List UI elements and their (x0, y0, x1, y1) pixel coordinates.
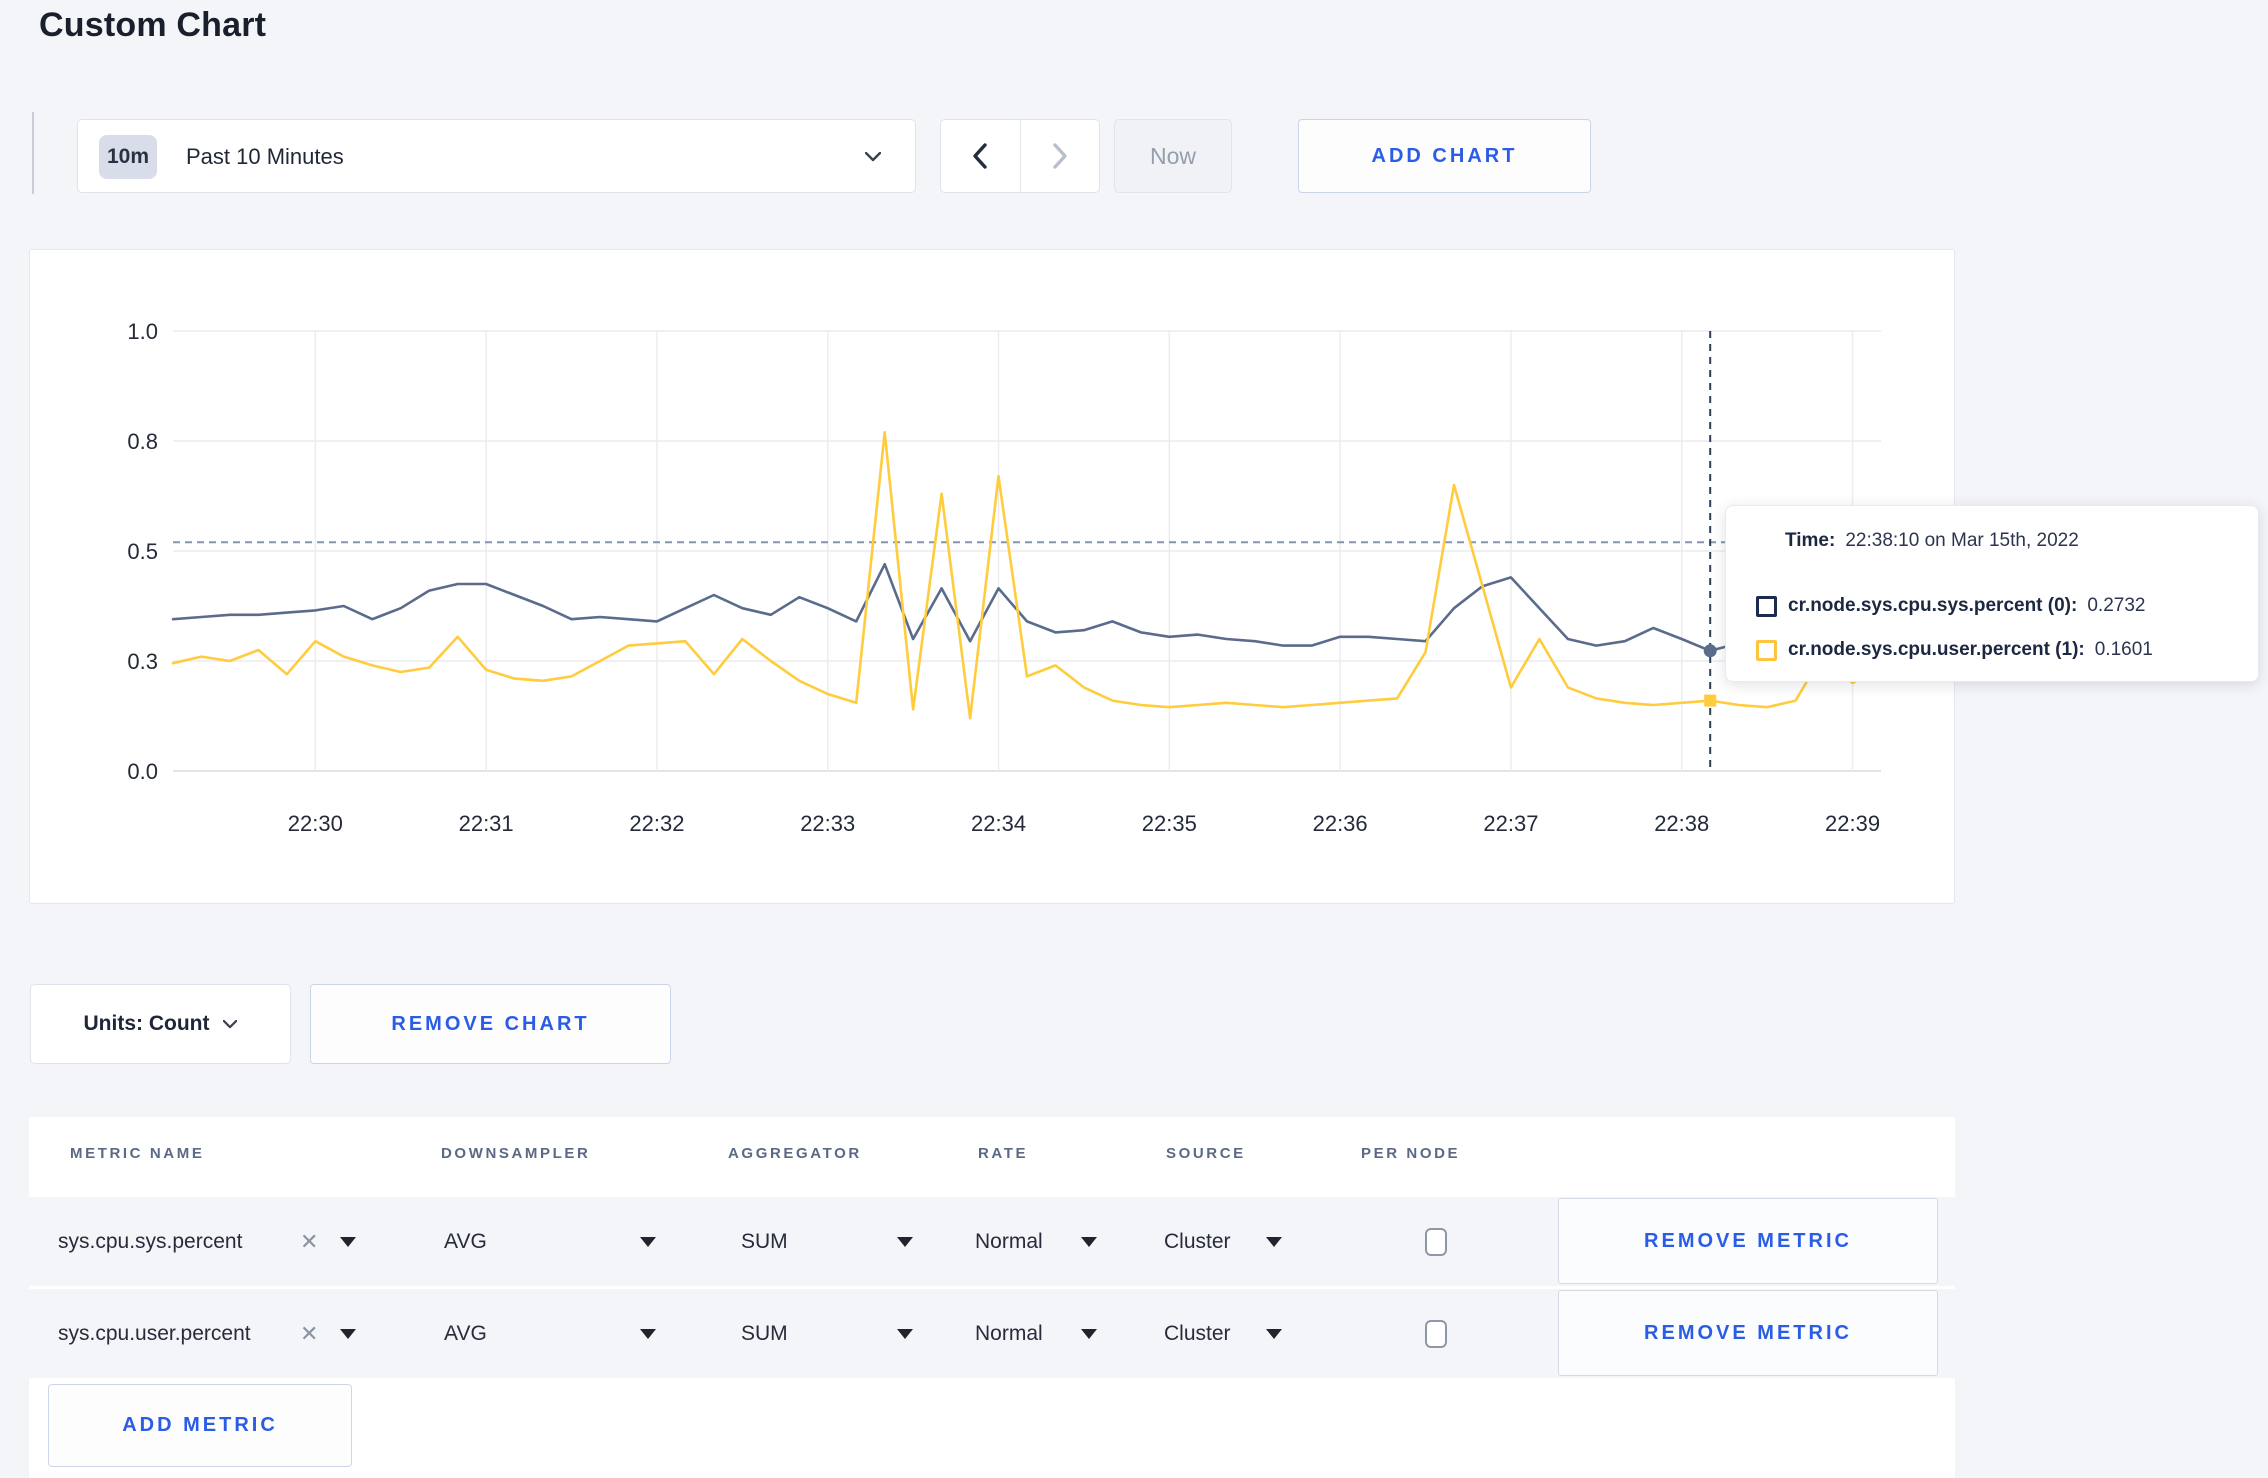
add-metric-button[interactable]: ADD METRIC (48, 1384, 352, 1467)
x-axis-tick-label: 22:37 (1483, 811, 1538, 836)
caret-down-icon (340, 1236, 356, 1247)
x-axis-tick-label: 22:30 (288, 811, 343, 836)
source-value[interactable]: Cluster (1164, 1197, 1231, 1286)
tooltip-series-row: cr.node.sys.cpu.user.percent (1): 0.1601 (1756, 639, 2153, 661)
tooltip-series-label: cr.node.sys.cpu.sys.percent (0): (1788, 595, 2078, 616)
per-node-checkbox[interactable] (1425, 1319, 1447, 1348)
tooltip-series-row: cr.node.sys.cpu.sys.percent (0): 0.2732 (1756, 595, 2145, 617)
downsampler-dropdown[interactable] (640, 1197, 656, 1286)
remove-chart-button[interactable]: REMOVE CHART (310, 984, 671, 1064)
time-nav-group (940, 119, 1100, 193)
metric-name-dropdown[interactable] (340, 1289, 356, 1378)
toolbar-divider (32, 112, 34, 194)
x-axis-tick-label: 22:36 (1313, 811, 1368, 836)
chevron-down-icon (865, 152, 881, 162)
metric-table-row: sys.cpu.user.percent ✕ AVG SUM Normal Cl… (29, 1289, 1955, 1378)
y-axis-tick-label: 0.3 (127, 649, 158, 674)
chart-canvas[interactable]: 1.0 0.8 0.5 0.3 0.0 22:30 22:31 22:32 22:33 22:34… (30, 250, 1954, 903)
metric-name-value[interactable]: sys.cpu.user.percent (58, 1289, 251, 1378)
caret-down-icon (1081, 1328, 1097, 1339)
column-header: PER NODE (1361, 1145, 1461, 1162)
hover-point-marker (1704, 694, 1717, 707)
caret-down-icon (340, 1328, 356, 1339)
column-header: AGGREGATOR (728, 1145, 862, 1162)
aggregator-dropdown[interactable] (897, 1289, 913, 1378)
time-range-badge: 10m (99, 135, 157, 179)
downsampler-value[interactable]: AVG (444, 1197, 487, 1286)
y-axis-tick-label: 1.0 (127, 319, 158, 344)
column-header: METRIC NAME (70, 1145, 205, 1162)
x-axis-tick-label: 22:34 (971, 811, 1026, 836)
x-axis-tick-label: 22:31 (459, 811, 514, 836)
tooltip-series-value: 0.2732 (2087, 595, 2146, 616)
downsampler-value[interactable]: AVG (444, 1289, 487, 1378)
tooltip-time-value: 22:38:10 on Mar 15th, 2022 (1845, 530, 2079, 551)
series-line (171, 430, 1883, 720)
chart-card: 1.0 0.8 0.5 0.3 0.0 22:30 22:31 22:32 22:33 22:34… (29, 249, 1955, 904)
metric-name-value[interactable]: sys.cpu.sys.percent (58, 1197, 242, 1286)
per-node-checkbox[interactable] (1425, 1227, 1447, 1256)
per-node-cell (1425, 1197, 1447, 1286)
rate-dropdown[interactable] (1081, 1289, 1097, 1378)
caret-down-icon (1081, 1236, 1097, 1247)
tooltip-time-row: Time: 22:38:10 on Mar 15th, 2022 (1785, 530, 2079, 552)
now-button[interactable]: Now (1114, 119, 1232, 193)
tooltip-time-label: Time: (1785, 530, 1836, 551)
chart-hover-tooltip: Time: 22:38:10 on Mar 15th, 2022 cr.node.… (1725, 505, 2259, 682)
column-header: SOURCE (1166, 1145, 1246, 1162)
downsampler-dropdown[interactable] (640, 1289, 656, 1378)
caret-down-icon (897, 1328, 913, 1339)
y-axis-tick-label: 0.0 (127, 759, 158, 784)
caret-down-icon (1266, 1236, 1282, 1247)
series-line (171, 562, 1883, 653)
close-icon[interactable]: ✕ (300, 1321, 318, 1347)
chevron-down-icon (223, 1019, 238, 1028)
x-axis-tick-label: 22:32 (629, 811, 684, 836)
caret-down-icon (897, 1236, 913, 1247)
caret-down-icon (1266, 1328, 1282, 1339)
remove-metric-x: ✕ (300, 1197, 318, 1286)
source-dropdown[interactable] (1266, 1197, 1282, 1286)
units-dropdown[interactable]: Units: Count (30, 984, 291, 1064)
close-icon[interactable]: ✕ (300, 1229, 318, 1255)
y-axis-tick-label: 0.8 (127, 429, 158, 454)
rate-value[interactable]: Normal (975, 1289, 1043, 1378)
source-value[interactable]: Cluster (1164, 1289, 1231, 1378)
metric-table-row: sys.cpu.sys.percent ✕ AVG SUM Normal Clu… (29, 1197, 1955, 1286)
per-node-cell (1425, 1289, 1447, 1378)
x-axis-tick-label: 22:35 (1142, 811, 1197, 836)
caret-down-icon (640, 1236, 656, 1247)
chevron-left-icon (973, 143, 987, 169)
metric-name-dropdown[interactable] (340, 1197, 356, 1286)
y-axis-tick-label: 0.5 (127, 539, 158, 564)
aggregator-value[interactable]: SUM (741, 1289, 788, 1378)
page-title: Custom Chart (39, 6, 267, 44)
tooltip-series-value: 0.1601 (2094, 639, 2153, 660)
series-color-swatch (1756, 639, 1777, 661)
x-axis-tick-label: 22:38 (1654, 811, 1709, 836)
time-forward-button[interactable] (1021, 120, 1100, 192)
remove-metric-button[interactable]: REMOVE METRIC (1558, 1198, 1938, 1284)
units-label: Units: Count (83, 1012, 210, 1035)
x-axis-tick-label: 22:39 (1825, 811, 1880, 836)
rate-value[interactable]: Normal (975, 1197, 1043, 1286)
rate-dropdown[interactable] (1081, 1197, 1097, 1286)
aggregator-dropdown[interactable] (897, 1197, 913, 1286)
hover-point-marker (1703, 644, 1717, 658)
series-color-swatch (1756, 595, 1777, 617)
add-chart-button[interactable]: ADD CHART (1298, 119, 1591, 193)
tooltip-series-label: cr.node.sys.cpu.user.percent (1): (1788, 639, 2085, 660)
aggregator-value[interactable]: SUM (741, 1197, 788, 1286)
time-range-dropdown[interactable]: 10m Past 10 Minutes (77, 119, 916, 193)
column-header: RATE (978, 1145, 1029, 1162)
column-header: DOWNSAMPLER (441, 1145, 591, 1162)
x-axis-tick-label: 22:33 (800, 811, 855, 836)
source-dropdown[interactable] (1266, 1289, 1282, 1378)
time-range-label: Past 10 Minutes (186, 144, 344, 169)
caret-down-icon (640, 1328, 656, 1339)
time-back-button[interactable] (941, 120, 1020, 192)
remove-metric-x: ✕ (300, 1289, 318, 1378)
chevron-right-icon (1053, 143, 1067, 169)
remove-metric-button[interactable]: REMOVE METRIC (1558, 1290, 1938, 1376)
